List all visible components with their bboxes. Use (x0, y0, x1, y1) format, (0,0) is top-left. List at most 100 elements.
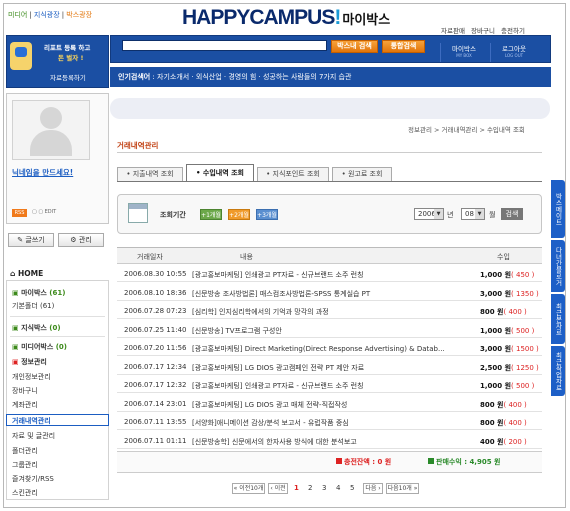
row-date: 2006.08.10 18:36 (124, 288, 187, 297)
page-5[interactable]: 5 (350, 484, 354, 492)
cart-link[interactable]: 장바구니 (471, 27, 495, 35)
period-1month-button[interactable]: +1개월 (200, 209, 222, 220)
revenue-icon (428, 458, 434, 464)
right-tab-boxmate[interactable]: 박스메이트 (551, 180, 565, 238)
top-link-knowledge[interactable]: 지식광장 (34, 11, 60, 19)
row-date: 2006.07.25 11:40 (124, 325, 187, 334)
menu-cart[interactable]: 장바구니 (12, 386, 38, 396)
rss-icon[interactable]: RSS (12, 209, 27, 217)
row-content-link[interactable]: [광고홍보마케팅] Direct Marketing(Direct Respon… (192, 344, 452, 354)
menu-divider (10, 316, 105, 317)
nickname-link[interactable]: 닉네임을 만드세요! (12, 167, 73, 178)
menu-folders[interactable]: 폴더관리 (12, 446, 38, 456)
top-links: 미디어 | 지식광장 | 박스광장 (8, 11, 93, 19)
period-3month-button[interactable]: +3개월 (256, 209, 278, 220)
tab-knowledge-points[interactable]: • 지식포인트 조회 (257, 167, 329, 182)
col-income: 수입 (497, 253, 510, 261)
nav-logout-sub: LOG OUT (504, 53, 524, 58)
upload-link[interactable]: 자료등록하기 (50, 72, 86, 82)
menu-media[interactable]: ▣ 미디어박스 (0) (12, 342, 67, 352)
row-content-link[interactable]: [광고홍보마케팅] 인쇄광고 PT자료 - 신규브랜드 소주 런칭 (192, 381, 452, 391)
row-content-link[interactable]: [광고홍보마케팅] LG DIOS 광고캠페인 전략 PT 제안 자료 (192, 363, 452, 373)
menu-groups[interactable]: 그룹관리 (12, 460, 38, 470)
row-content-link[interactable]: [심리학] 인지심리학에서의 기억과 망각의 과정 (192, 307, 452, 317)
menu-info[interactable]: ▣ 정보관리 (12, 357, 47, 367)
page-title: 거래내역관리 (117, 141, 159, 150)
top-right-links: 자료판매 장바구니 충전하기 (441, 25, 529, 35)
profile-tools[interactable]: ▢ ▢ EDIT (32, 209, 56, 215)
period-label: 조회기간 (160, 211, 186, 219)
row-content-link[interactable]: [신문방송학] 신문에서의 한자사용 방식에 대한 분석보고 (192, 437, 452, 447)
table-header (117, 247, 542, 264)
next-button[interactable]: 다음 › (363, 483, 383, 494)
tab-royalty[interactable]: • 원고료 조회 (332, 167, 392, 182)
page-4[interactable]: 4 (336, 484, 340, 492)
popular-label: 인기검색어 (118, 73, 151, 81)
menu-account[interactable]: 계좌관리 (12, 400, 38, 410)
nav-logout[interactable]: 로그아웃 LOG OUT (490, 43, 537, 62)
search-input[interactable] (122, 40, 327, 51)
balance-icon (336, 458, 342, 464)
row-amount: 2,500 원( 1250 ) (480, 363, 539, 372)
page-3[interactable]: 3 (322, 484, 326, 492)
tab-income[interactable]: • 수입내역 조회 (186, 164, 254, 182)
month-select[interactable]: 08 ▼ (461, 208, 485, 220)
prev10-button[interactable]: « 이전10개 (232, 483, 265, 494)
right-tab-recent-work[interactable]: 최근작업자료 (551, 346, 565, 396)
write-button[interactable]: ✎ 글쓰기 (8, 233, 54, 247)
row-amount: 800 원( 400 ) (480, 419, 527, 427)
menu-transactions[interactable]: 거래내역관리 (12, 416, 51, 426)
home-link[interactable]: ⌂ HOME (10, 269, 43, 278)
row-amount: 1,000 원( 450 ) (480, 271, 535, 279)
menu-skin[interactable]: 스킨관리 (12, 488, 38, 498)
notice-bar (110, 98, 550, 119)
sales-revenue: 판매수익 : 4,905 원 (428, 457, 500, 467)
nav-mybox[interactable]: 마이박스 MY BOX (440, 43, 487, 62)
month-unit: 월 (489, 211, 496, 219)
row-date: 2006.07.17 12:32 (124, 381, 187, 389)
right-tab-recent-viewed[interactable]: 최근본자료 (551, 294, 565, 344)
top-link-media[interactable]: 미디어 (8, 11, 27, 19)
row-content-link[interactable]: [신문방송] TV프로그램 구성안 (192, 326, 452, 336)
top-link-box[interactable]: 박스광장 (66, 11, 92, 19)
row-content-link[interactable]: [광고홍보마케팅] 인쇄광고 PT자료 - 신규브랜드 소주 런칭 (192, 270, 452, 280)
menu-knowledge[interactable]: ▣ 지식박스 (0) (12, 323, 61, 333)
col-content: 내용 (240, 253, 253, 261)
col-date: 거래일자 (137, 253, 163, 261)
row-content-link[interactable]: [광고홍보마케팅] LG DIOS 광고 매체 전략-직접작성 (192, 400, 452, 410)
site-logo[interactable]: HAPPYCAMPUS! 마이박스 (182, 6, 390, 30)
menu-favorites[interactable]: 즐겨찾기/RSS (12, 474, 54, 484)
period-2month-button[interactable]: +2개월 (228, 209, 250, 220)
mybox-search-button[interactable]: 박스내 검색 (331, 40, 378, 53)
tab-divider (117, 181, 542, 182)
page-2[interactable]: 2 (308, 484, 312, 492)
row-date: 2006.07.20 11:56 (124, 344, 187, 352)
row-amount: 800 원( 400 ) (480, 400, 527, 409)
prev-button[interactable]: ‹ 이전 (268, 483, 288, 494)
search-button[interactable]: 검색 (501, 208, 523, 220)
next10-button[interactable]: 다음10개 » (386, 483, 419, 494)
year-unit: 년 (447, 211, 454, 219)
row-date: 2006.08.30 10:55 (124, 270, 187, 278)
row-amount: 3,000 원( 1500 ) (480, 345, 539, 353)
row-amount: 1,000 원( 500 ) (480, 382, 535, 390)
menu-mybox[interactable]: ▣ 마이박스 (61) (12, 288, 65, 298)
nav-mybox-sub: MY BOX (456, 53, 472, 58)
chevron-down-icon: ▼ (475, 209, 484, 219)
global-search-button[interactable]: 통합검색 (382, 40, 425, 53)
right-tab-visitors[interactable]: 다녀간블로거 (551, 240, 565, 292)
year-select[interactable]: 2006 ▼ (414, 208, 444, 220)
charge-link[interactable]: 충전하기 (501, 27, 525, 35)
page-1[interactable]: 1 (294, 484, 299, 492)
row-content-link[interactable]: [신문방송 조사방법론] 매스컴조사방법론-SPSS 통계실습 PT (192, 289, 452, 299)
row-content-link[interactable]: [서양화]애니메이션 감상/분석 보고서 - 유럽작품 중심 (192, 418, 452, 428)
calendar-icon (128, 203, 148, 223)
menu-personal-info[interactable]: 개인정보관리 (12, 372, 51, 382)
manage-button[interactable]: ⚙ 관리 (58, 233, 104, 247)
sell-link[interactable]: 자료판매 (441, 27, 465, 35)
menu-basic-folder[interactable]: 기본폴더 (61) (12, 301, 54, 311)
menu-materials[interactable]: 자료 및 글관리 (12, 431, 55, 441)
popular-items[interactable]: 자기소개서 · 외식산업 · 경영의 힘 · 성공하는 사람들의 7가지 습관 (157, 73, 351, 81)
tab-expense[interactable]: • 지출내역 조회 (117, 167, 183, 182)
row-amount: 1,000 원( 500 ) (480, 326, 535, 335)
